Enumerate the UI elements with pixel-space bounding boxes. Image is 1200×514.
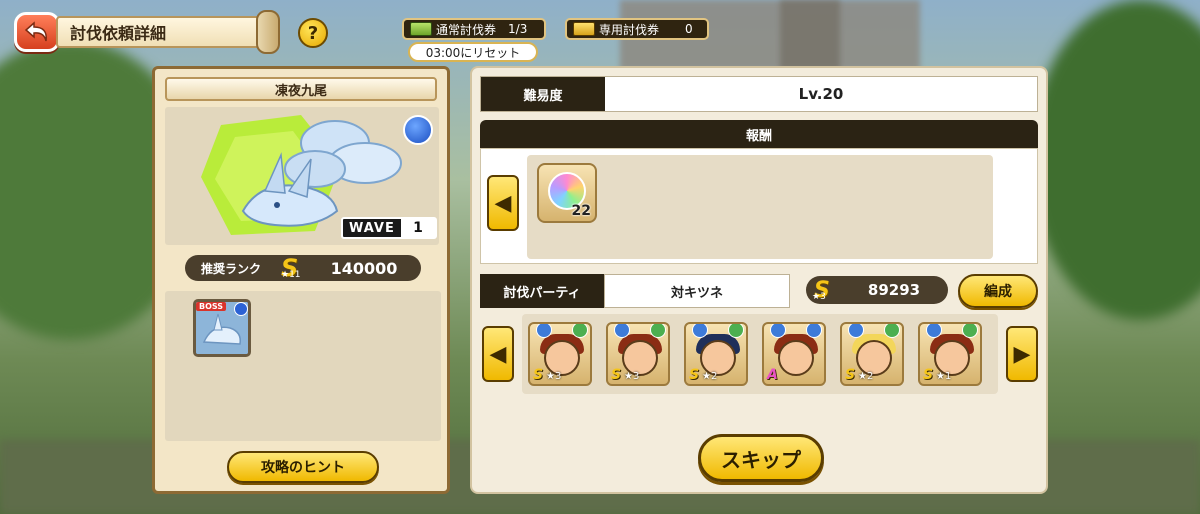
- reward-prev-button[interactable]: ◀: [487, 175, 519, 231]
- member-rank: A: [767, 367, 778, 383]
- member-stars: ★2: [702, 371, 718, 382]
- reward-item[interactable]: 22: [537, 163, 597, 223]
- reward-header: 報酬: [480, 120, 1038, 148]
- enemy-thumbnail[interactable]: BOSS: [193, 299, 251, 357]
- position-badge-icon: [926, 324, 942, 338]
- position-badge-icon: [536, 324, 552, 338]
- dedicated-ticket-label: 専用討伐券: [599, 22, 660, 37]
- difficulty-label: 難易度: [481, 77, 605, 111]
- member-stars: ★3: [546, 371, 562, 382]
- party-members: S ★3 S ★3 S ★2 A S ★2 S ★1: [522, 314, 998, 394]
- member-rank: S: [923, 367, 934, 383]
- member-stars: ★1: [936, 371, 952, 382]
- member-rank: S: [611, 367, 622, 383]
- reset-time: 03:00にリセット: [408, 42, 538, 62]
- dedicated-ticket-value: 0: [685, 22, 693, 36]
- party-rank-stars: ★3: [812, 292, 826, 302]
- member-portrait: [778, 340, 814, 376]
- member-rank: S: [689, 367, 700, 383]
- party-name: 対キツネ: [604, 274, 790, 308]
- help-button[interactable]: ?: [298, 18, 328, 48]
- party-member-card[interactable]: A: [762, 322, 826, 386]
- element-badge-icon: [806, 324, 822, 338]
- wave-value: 1: [400, 219, 435, 237]
- chevron-left-icon: ◀: [494, 190, 512, 216]
- boss-panel: 凍夜九尾 WAVE 1 推奨ランク S ★11 140000 BOSS 攻略のヒ…: [152, 66, 450, 494]
- party-next-button[interactable]: ▶: [1006, 326, 1038, 382]
- background-tower: [780, 0, 840, 70]
- recommended-rank-stars: ★11: [281, 270, 301, 280]
- enemy-list: BOSS: [165, 291, 441, 441]
- position-badge-icon: [848, 324, 864, 338]
- element-badge-icon: [728, 324, 744, 338]
- details-panel: 難易度 Lv.20 報酬 ◀ 22 討伐パーティ 対キツネ S ★3 89293…: [470, 66, 1048, 494]
- edit-party-button[interactable]: 編成: [958, 274, 1038, 308]
- normal-ticket-value: 1/3: [508, 22, 528, 36]
- boss-name: 凍夜九尾: [165, 77, 437, 101]
- scroll-decoration: [256, 10, 280, 54]
- recommended-rank-label: 推奨ランク: [201, 261, 262, 276]
- party-label: 討伐パーティ: [480, 274, 604, 308]
- wave-label: WAVE: [349, 220, 395, 236]
- wave-indicator: WAVE 1: [341, 217, 437, 239]
- water-element-icon: [234, 302, 248, 316]
- position-badge-icon: [770, 324, 786, 338]
- party-member-card[interactable]: S ★2: [684, 322, 748, 386]
- position-badge-icon: [614, 324, 630, 338]
- chevron-right-icon: ▶: [1013, 341, 1031, 367]
- strategy-hint-button[interactable]: 攻略のヒント: [227, 451, 379, 483]
- party-member-card[interactable]: S ★1: [918, 322, 982, 386]
- element-badge-icon: [962, 324, 978, 338]
- water-element-icon: [403, 115, 433, 145]
- member-stars: ★3: [624, 371, 640, 382]
- member-rank: S: [533, 367, 544, 383]
- reward-list: 22: [527, 155, 993, 259]
- boss-badge: BOSS: [196, 302, 227, 311]
- reward-box: ◀ 22: [480, 148, 1038, 264]
- normal-ticket-counter: 通常討伐券 1/3: [402, 18, 546, 40]
- back-button[interactable]: [14, 12, 60, 52]
- background-tree-right: [1030, 0, 1200, 320]
- member-stars: ★2: [858, 371, 874, 382]
- party-member-card[interactable]: S ★3: [528, 322, 592, 386]
- party-power: S ★3 89293: [806, 276, 948, 304]
- party-power-value: 89293: [867, 281, 921, 299]
- skip-button[interactable]: スキップ: [698, 434, 824, 482]
- party-member-card[interactable]: S ★3: [606, 322, 670, 386]
- element-badge-icon: [650, 324, 666, 338]
- ticket-icon: [410, 22, 432, 36]
- ticket-icon: [573, 22, 595, 36]
- page-title: 討伐依頼詳細: [56, 16, 266, 48]
- position-badge-icon: [692, 324, 708, 338]
- normal-ticket-label: 通常討伐券: [436, 22, 497, 37]
- party-prev-button[interactable]: ◀: [482, 326, 514, 382]
- reward-count: 22: [571, 203, 591, 219]
- difficulty-row: 難易度 Lv.20: [480, 76, 1038, 112]
- recommended-rank-value: 140000: [330, 258, 398, 278]
- recommended-rank: 推奨ランク S ★11 140000: [185, 254, 421, 282]
- member-rank: S: [845, 367, 856, 383]
- chevron-left-icon: ◀: [489, 341, 507, 367]
- boss-portrait: WAVE 1: [165, 107, 439, 245]
- element-badge-icon: [572, 324, 588, 338]
- party-member-card[interactable]: S ★2: [840, 322, 904, 386]
- element-badge-icon: [884, 324, 900, 338]
- dedicated-ticket-counter: 専用討伐券 0: [565, 18, 709, 40]
- difficulty-value: Lv.20: [605, 77, 1037, 111]
- back-arrow-icon: [24, 21, 47, 42]
